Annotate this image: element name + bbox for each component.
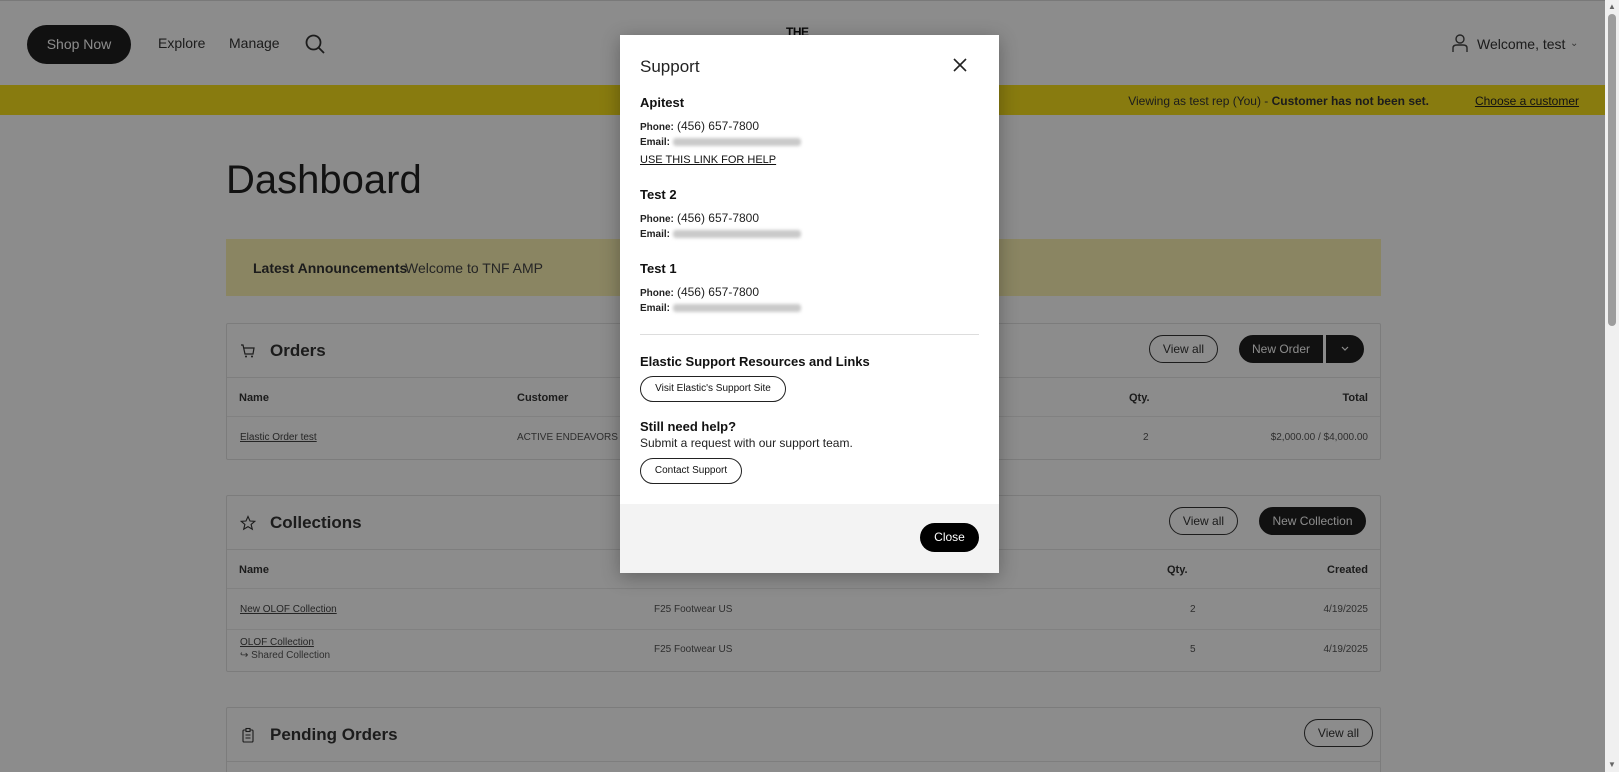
- close-icon[interactable]: [951, 56, 969, 74]
- redacted-email: [673, 304, 802, 313]
- contact-email: Email:: [640, 302, 802, 314]
- redacted-email: [673, 230, 802, 239]
- contact-name: Test 2: [640, 187, 677, 202]
- page-scrollbar[interactable]: ▲ ▼: [1605, 0, 1619, 772]
- help-link[interactable]: USE THIS LINK FOR HELP: [640, 154, 776, 166]
- close-button[interactable]: Close: [920, 523, 979, 552]
- contact-email: Email:: [640, 228, 802, 240]
- scrollbar-thumb[interactable]: [1608, 14, 1616, 326]
- contact-phone: Phone: (456) 657-7800: [640, 211, 760, 225]
- redacted-email: [673, 138, 802, 147]
- support-modal: Support Apitest Phone: (456) 657-7800 Em…: [620, 35, 999, 573]
- scroll-down-icon[interactable]: ▼: [1608, 760, 1616, 769]
- submit-request-text: Submit a request with our support team.: [640, 436, 853, 450]
- still-need-help-heading: Still need help?: [640, 419, 737, 434]
- scroll-up-icon[interactable]: ▲: [1608, 2, 1616, 11]
- visit-support-site-button[interactable]: Visit Elastic's Support Site: [640, 376, 786, 402]
- modal-footer: Close: [620, 504, 999, 573]
- contact-name: Apitest: [640, 95, 685, 110]
- divider: [640, 334, 979, 335]
- modal-title: Support: [640, 57, 700, 76]
- contact-name: Test 1: [640, 261, 677, 276]
- contact-phone: Phone: (456) 657-7800: [640, 285, 760, 299]
- contact-support-button[interactable]: Contact Support: [640, 458, 742, 484]
- contact-email: Email:: [640, 136, 802, 148]
- resources-heading: Elastic Support Resources and Links: [640, 354, 870, 369]
- contact-phone: Phone: (456) 657-7800: [640, 119, 760, 133]
